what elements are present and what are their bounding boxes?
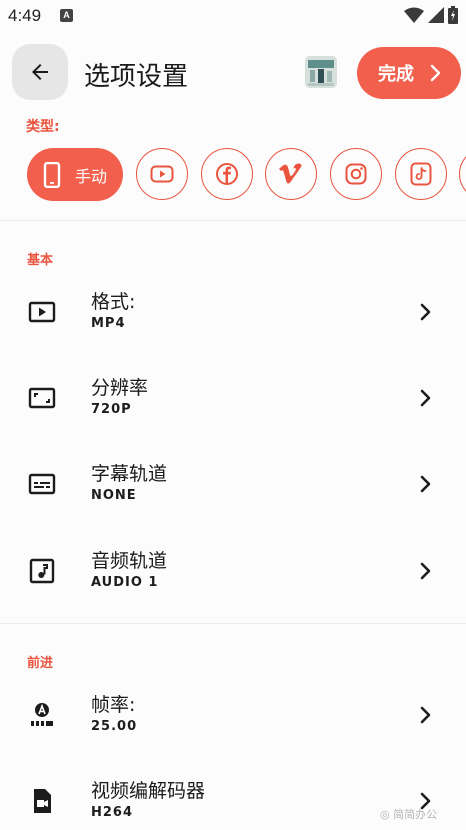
chip-manual[interactable]: 手动 <box>27 148 123 201</box>
status-time: 4:49 <box>8 6 42 25</box>
setting-row-subtitle-track[interactable]: 字幕轨道 NONE <box>0 441 466 527</box>
done-label: 完成 <box>378 64 414 85</box>
aspect-ratio-icon <box>27 383 57 413</box>
chip-tiktok[interactable] <box>395 148 447 200</box>
wifi-icon <box>404 7 424 23</box>
setting-value: 720P <box>91 402 132 417</box>
vimeo-icon <box>279 163 302 184</box>
setting-title: 帧率: <box>91 694 136 716</box>
signal-icon <box>428 7 444 23</box>
chip-youtube[interactable] <box>136 148 188 200</box>
setting-row-resolution[interactable]: 分辨率 720P <box>0 355 466 441</box>
setting-row-frame-rate[interactable]: 帧率: 25.00 <box>0 672 466 758</box>
chevron-right-icon <box>420 475 431 493</box>
app-bar: 选项设置 完成 <box>0 44 466 102</box>
setting-title: 分辨率 <box>91 377 149 399</box>
setting-title: 音频轨道 <box>91 550 168 572</box>
subtitles-icon <box>27 469 57 499</box>
music-note-icon <box>27 556 57 586</box>
back-button[interactable] <box>12 44 68 100</box>
battery-icon <box>448 6 458 24</box>
notification-a-icon: A <box>60 9 73 22</box>
chip-instagram[interactable] <box>330 148 382 200</box>
instagram-icon <box>345 163 367 185</box>
setting-value: 25.00 <box>91 719 138 734</box>
platform-chip-row: 手动 <box>0 148 466 202</box>
setting-value: MP4 <box>91 316 126 331</box>
frame-rate-icon <box>27 700 57 730</box>
chip-vimeo[interactable] <box>265 148 317 200</box>
status-bar: 4:49 A <box>0 0 466 34</box>
chevron-right-icon <box>420 303 431 321</box>
page-title: 选项设置 <box>84 62 189 92</box>
chevron-right-icon <box>420 389 431 407</box>
setting-title: 格式: <box>91 291 136 313</box>
setting-value: AUDIO 1 <box>91 575 159 590</box>
done-button[interactable]: 完成 <box>357 47 461 99</box>
play-box-icon <box>27 297 57 327</box>
setting-row-audio-track[interactable]: 音频轨道 AUDIO 1 <box>0 528 466 614</box>
chevron-right-icon <box>420 562 431 580</box>
facebook-icon <box>216 163 238 185</box>
status-icons <box>404 6 458 24</box>
phone-icon <box>43 161 61 188</box>
chevron-right-icon <box>430 64 441 82</box>
screen: 4:49 A 选项设置 完成 类型: 手动 基本 格式: MP4 分辨率 720… <box>0 0 466 830</box>
chip-facebook[interactable] <box>201 148 253 200</box>
setting-row-format[interactable]: 格式: MP4 <box>0 269 466 355</box>
chip-more-partial[interactable] <box>459 148 466 200</box>
divider <box>0 623 466 624</box>
setting-title: 视频编解码器 <box>91 780 206 802</box>
setting-value: H264 <box>91 805 134 820</box>
section-label-basic: 基本 <box>27 253 54 268</box>
chip-manual-label: 手动 <box>75 166 108 186</box>
tiktok-icon <box>410 162 432 186</box>
setting-title: 字幕轨道 <box>91 463 168 485</box>
watermark: ◎ 简简办公 <box>380 808 438 821</box>
video-thumbnail <box>305 56 337 88</box>
video-file-icon <box>27 786 57 816</box>
setting-value: NONE <box>91 488 137 503</box>
type-label: 类型: <box>26 119 60 135</box>
youtube-icon <box>150 165 174 183</box>
section-label-advanced: 前进 <box>27 656 54 671</box>
arrow-back-icon <box>32 64 48 80</box>
divider <box>0 220 466 221</box>
chevron-right-icon <box>420 706 431 724</box>
